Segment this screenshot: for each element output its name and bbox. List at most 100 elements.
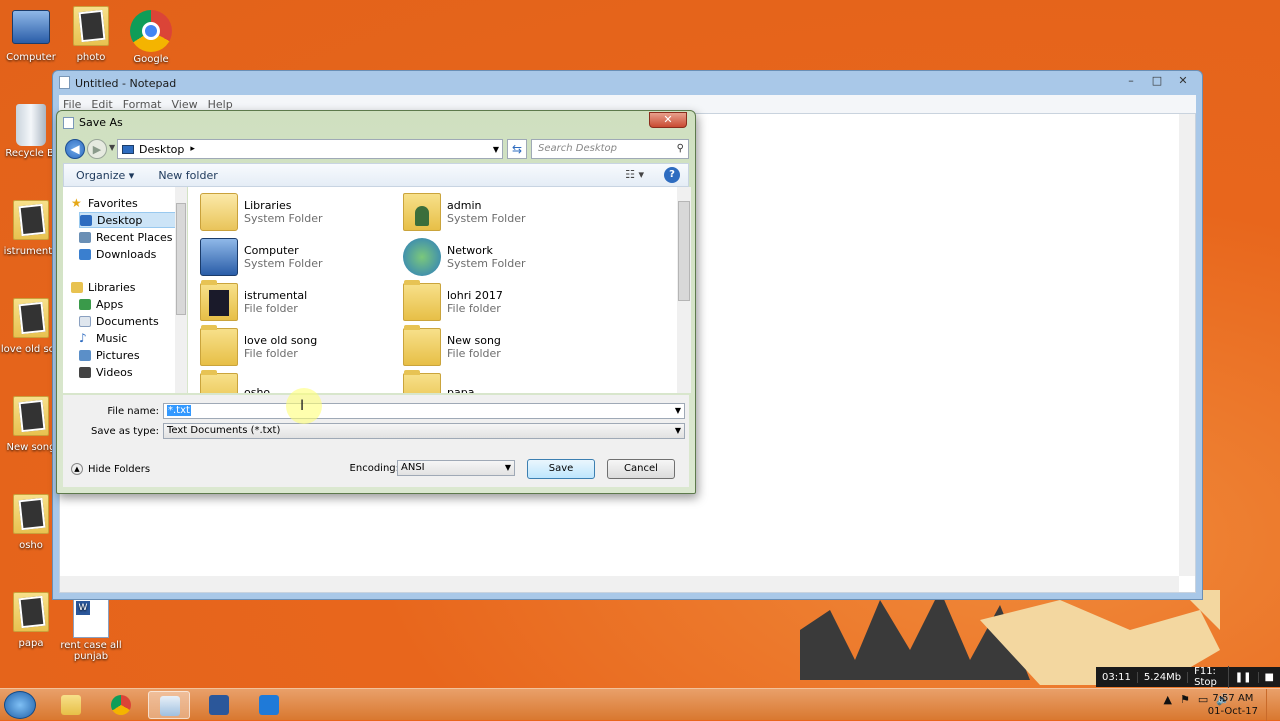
- file-item-libraries[interactable]: Libraries System Folder: [200, 191, 400, 233]
- dialog-toolbar: Organize ▾ New folder ☷ ▾ ?: [63, 163, 689, 187]
- taskbar-recorder[interactable]: [248, 691, 290, 719]
- apps-icon: [79, 298, 91, 310]
- pause-recording-button[interactable]: ❚❚: [1229, 671, 1259, 683]
- notepad-icon: [59, 76, 70, 89]
- desktop-icon-photo[interactable]: photo: [60, 6, 122, 63]
- new-folder-button[interactable]: New folder: [146, 169, 229, 182]
- stop-recording-button[interactable]: F11: Stop: [1188, 666, 1229, 688]
- show-desktop-button[interactable]: [1266, 689, 1280, 721]
- nav-item-recent-places[interactable]: Recent Places: [79, 229, 179, 245]
- save-as-type-select[interactable]: Text Documents (*.txt) ▼: [163, 423, 685, 439]
- file-list-scrollbar[interactable]: [677, 187, 691, 393]
- nav-item-music[interactable]: ♪ Music: [79, 330, 179, 346]
- desktop-icon-label: istrumenta: [3, 246, 59, 257]
- search-input[interactable]: Search Desktop ⚲: [531, 139, 689, 159]
- breadcrumb-separator[interactable]: ▸: [190, 144, 195, 154]
- file-item-new-song[interactable]: New song File folder: [403, 325, 603, 368]
- encoding-select[interactable]: ANSI ▼: [397, 460, 515, 476]
- address-location[interactable]: Desktop: [139, 143, 184, 156]
- nav-item-desktop[interactable]: Desktop: [79, 212, 179, 228]
- hide-folders-label: Hide Folders: [88, 463, 151, 475]
- file-item-network[interactable]: Network System Folder: [403, 236, 603, 278]
- recent-locations-dropdown[interactable]: ▼: [109, 143, 115, 152]
- maximize-button[interactable]: □: [1146, 73, 1168, 89]
- action-center-icon[interactable]: ⚑: [1180, 693, 1190, 706]
- file-name: admin: [447, 199, 482, 212]
- videos-icon: [79, 366, 91, 378]
- star-icon: ★: [71, 195, 82, 210]
- nav-item-downloads[interactable]: Downloads: [79, 246, 179, 262]
- nav-item-favorites[interactable]: ★ Favorites: [71, 195, 171, 211]
- folder-icon: [11, 592, 51, 636]
- menu-edit[interactable]: Edit: [91, 98, 112, 111]
- desktop-icon-papa[interactable]: papa: [0, 592, 62, 649]
- file-item-admin[interactable]: admin System Folder: [403, 191, 603, 233]
- address-bar[interactable]: Desktop ▸ ▼: [117, 139, 503, 159]
- notepad-title-bar[interactable]: Untitled - Notepad – □ ✕: [53, 71, 1202, 95]
- close-button[interactable]: ✕: [1172, 73, 1194, 89]
- desktop-icon-computer[interactable]: Computer: [0, 10, 62, 63]
- menu-file[interactable]: File: [63, 98, 81, 111]
- taskbar-chrome[interactable]: [100, 691, 142, 719]
- folder-icon: [11, 200, 51, 244]
- organize-button[interactable]: Organize ▾: [64, 169, 146, 182]
- nav-item-videos[interactable]: Videos: [79, 364, 179, 380]
- file-name: istrumental: [244, 289, 308, 302]
- dialog-close-button[interactable]: ✕: [649, 112, 687, 128]
- nav-item-pictures[interactable]: Pictures: [79, 347, 179, 363]
- taskbar-explorer[interactable]: [50, 691, 92, 719]
- cancel-button[interactable]: Cancel: [607, 459, 675, 479]
- save-button[interactable]: Save: [527, 459, 595, 479]
- minimize-button[interactable]: –: [1120, 73, 1142, 89]
- chevron-down-icon[interactable]: ▼: [493, 145, 499, 154]
- file-item-lohri-2017[interactable]: lohri 2017 File folder: [403, 280, 603, 323]
- chevron-down-icon[interactable]: ▼: [675, 404, 681, 418]
- chevron-down-icon[interactable]: ▼: [505, 461, 511, 475]
- recorder-panel: 03:11 5.24Mb F11: Stop ❚❚ ■: [1096, 666, 1280, 688]
- hide-folders-button[interactable]: ▲ Hide Folders: [71, 463, 150, 475]
- clock[interactable]: 7:57 AM 01-Oct-17: [1208, 692, 1258, 718]
- refresh-button[interactable]: ⇆: [507, 139, 527, 159]
- file-type: File folder: [447, 302, 501, 315]
- nav-item-apps[interactable]: Apps: [79, 296, 179, 312]
- nav-item-documents[interactable]: Documents: [79, 313, 179, 329]
- scroll-thumb[interactable]: [678, 201, 690, 301]
- file-item-papa[interactable]: papa: [403, 370, 603, 393]
- taskbar-word[interactable]: [198, 691, 240, 719]
- folder-icon: [403, 325, 441, 366]
- text-cursor-icon: I: [300, 398, 305, 414]
- file-item-istrumental[interactable]: istrumental File folder: [200, 280, 400, 323]
- taskbar-notepad[interactable]: [148, 691, 190, 719]
- menu-format[interactable]: Format: [123, 98, 162, 111]
- nav-pane-scrollbar[interactable]: [175, 187, 187, 393]
- start-button[interactable]: [4, 691, 36, 719]
- change-view-icon[interactable]: ☷ ▾: [625, 168, 644, 181]
- back-button[interactable]: ◀: [65, 139, 85, 159]
- stop-square-icon[interactable]: ■: [1259, 672, 1280, 683]
- file-name-input[interactable]: *.txt ▼: [163, 403, 685, 419]
- desktop-icon-google[interactable]: Google: [120, 10, 182, 65]
- scroll-thumb[interactable]: [176, 203, 186, 315]
- desktop-icon-label: New song: [6, 442, 56, 453]
- clock-date: 01-Oct-17: [1207, 706, 1258, 717]
- save-as-dialog[interactable]: Save As ✕ ◀ ▶ ▼ Desktop ▸ ▼ ⇆ Search Des…: [56, 110, 696, 494]
- folder-icon: [71, 6, 111, 50]
- file-name: New song: [447, 334, 501, 347]
- notepad-title: Untitled - Notepad: [75, 76, 177, 90]
- horizontal-scrollbar[interactable]: [60, 576, 1179, 592]
- menu-view[interactable]: View: [172, 98, 198, 111]
- help-icon[interactable]: ?: [664, 167, 680, 183]
- vertical-scrollbar[interactable]: [1179, 114, 1195, 576]
- file-name: Network: [447, 244, 493, 257]
- forward-button[interactable]: ▶: [87, 139, 107, 159]
- chevron-down-icon[interactable]: ▼: [675, 424, 681, 438]
- show-hidden-icons[interactable]: ▲: [1164, 693, 1172, 706]
- nav-item-label: Favorites: [88, 196, 138, 210]
- menu-help[interactable]: Help: [208, 98, 233, 111]
- file-item-love-old-song[interactable]: love old song File folder: [200, 325, 400, 368]
- nav-item-libraries[interactable]: Libraries: [71, 279, 171, 295]
- desktop-icon-rent-case[interactable]: W rent case all punjab: [60, 598, 122, 662]
- file-item-computer[interactable]: Computer System Folder: [200, 236, 400, 278]
- navigation-pane: ★ Favorites Desktop Recent Places Downlo…: [63, 187, 187, 393]
- network-icon[interactable]: ▭: [1198, 693, 1208, 706]
